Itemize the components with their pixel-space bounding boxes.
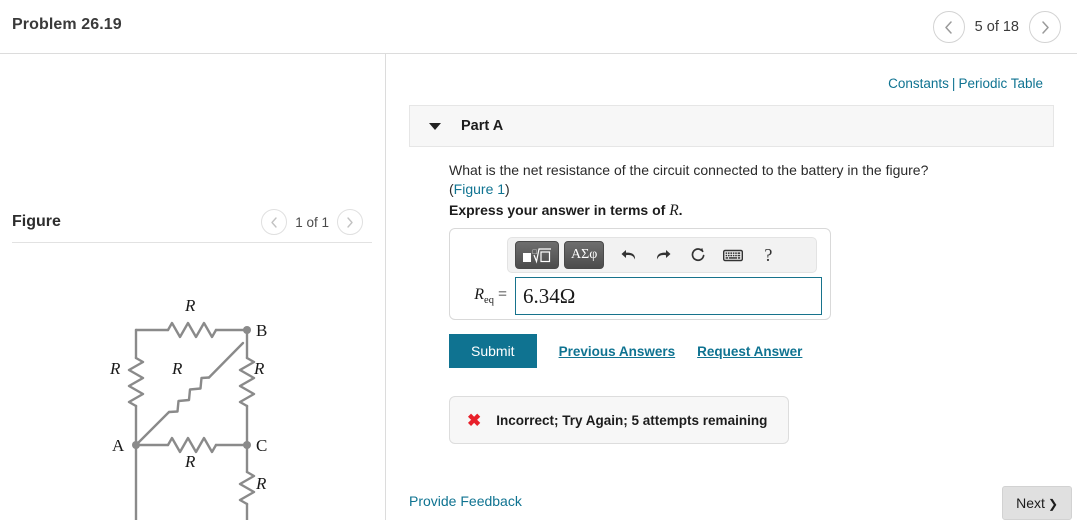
undo-arrow-glyph <box>621 249 635 259</box>
figure-pager-label: 1 of 1 <box>295 214 329 230</box>
math-toolbar: □ ΑΣφ ? <box>507 237 817 273</box>
figure-next-button[interactable] <box>337 209 363 235</box>
reset-glyph <box>691 247 705 261</box>
provide-feedback-link[interactable]: Provide Feedback <box>409 493 522 509</box>
figure-prev-button[interactable] <box>261 209 288 235</box>
express-symbol: R <box>669 202 679 219</box>
caret-down-icon[interactable] <box>429 122 441 130</box>
help-icon[interactable]: ? <box>753 241 783 269</box>
figure-rule <box>12 242 372 243</box>
part-a-label: Part A <box>461 118 504 134</box>
figure-pager: 1 of 1 <box>261 209 363 235</box>
figure-title: Figure <box>12 213 61 230</box>
constants-links: Constants | Periodic Table <box>888 76 1043 91</box>
problem-pager-label: 5 of 18 <box>974 19 1019 35</box>
answer-equation-row: Req = <box>462 277 822 315</box>
express-prefix: Express your answer in terms of <box>449 202 670 218</box>
label-node-b: B <box>256 321 267 340</box>
top-bar: Problem 26.19 5 of 18 <box>0 0 1077 54</box>
label-r-right: R <box>253 359 265 378</box>
express-suffix: . <box>678 202 683 218</box>
answer-card: □ ΑΣφ ? Req = 6.34Ω <box>449 228 831 320</box>
feedback-banner: ✖ Incorrect; Try Again; 5 attempts remai… <box>449 396 789 444</box>
chevron-right-icon <box>1041 20 1049 34</box>
figure-header: Figure 1 of 1 <box>12 204 372 242</box>
submit-button[interactable]: Submit <box>449 334 537 368</box>
greek-symbols-button[interactable]: ΑΣφ <box>564 241 605 269</box>
circuit-diagram-svg: R R R R R R V A B C <box>109 296 267 520</box>
x-mark-icon: ✖ <box>467 410 482 430</box>
chevron-right-icon <box>347 216 353 228</box>
part-a-header[interactable]: Part A <box>409 105 1054 147</box>
page-title: Problem 26.19 <box>12 16 122 33</box>
figure-1-link[interactable]: Figure 1 <box>454 181 505 197</box>
label-r-bottom-right: R <box>255 474 267 493</box>
problem-pager: 5 of 18 <box>932 11 1061 43</box>
answer-label-equals: = <box>497 285 507 303</box>
keyboard-icon[interactable] <box>718 241 748 269</box>
label-r-middle: R <box>184 452 196 471</box>
next-problem-button[interactable] <box>1029 11 1061 43</box>
answer-label-base: R <box>474 285 485 303</box>
template-math-icon: □ <box>523 248 551 264</box>
answer-label-sub: eq <box>484 295 494 307</box>
next-button[interactable]: Next ❯ <box>1002 486 1072 520</box>
question-text: What is the net resistance of the circui… <box>449 162 929 178</box>
keyboard-glyph <box>723 249 744 261</box>
label-r-diagonal: R <box>171 359 183 378</box>
figure-ref-close: ) <box>505 181 510 198</box>
chevron-left-icon <box>945 20 952 34</box>
express-instruction: Express your answer in terms of R. <box>449 202 683 220</box>
redo-arrow-icon[interactable] <box>648 241 678 269</box>
circuit-figure[interactable]: R R R R R R V A B C <box>0 246 385 520</box>
answer-label: Req = <box>462 286 507 306</box>
undo-arrow-icon[interactable] <box>613 241 643 269</box>
label-r-left: R <box>109 359 121 378</box>
redo-arrow-glyph <box>656 249 671 259</box>
previous-answers-link[interactable]: Previous Answers <box>559 344 676 359</box>
label-r-top: R <box>184 296 196 315</box>
svg-text:□: □ <box>533 248 538 256</box>
label-node-a: A <box>112 436 125 455</box>
links-separator: | <box>951 76 956 91</box>
label-node-c: C <box>256 436 267 455</box>
next-button-label: Next <box>1016 495 1045 511</box>
periodic-table-link[interactable]: Periodic Table <box>958 76 1043 91</box>
question-text-block: What is the net resistance of the circui… <box>449 161 1049 200</box>
request-answer-link[interactable]: Request Answer <box>697 344 802 359</box>
feedback-text: Incorrect; Try Again; 5 attempts remaini… <box>496 412 768 428</box>
answer-input[interactable] <box>515 277 822 315</box>
chevron-right-icon: ❯ <box>1047 497 1058 511</box>
prev-problem-button[interactable] <box>932 11 965 43</box>
constants-link[interactable]: Constants <box>888 76 949 91</box>
template-math-button[interactable]: □ <box>515 241 559 269</box>
submit-row: Submit Previous Answers Request Answer <box>449 334 802 368</box>
reset-circular-arrow-icon[interactable] <box>683 241 713 269</box>
page-root: Problem 26.19 5 of 18 Figure 1 of 1 R R … <box>0 0 1077 520</box>
answer-panel: Constants | Periodic Table Part A What is … <box>386 54 1077 520</box>
figure-panel: Figure 1 of 1 R R R R R R A B C <box>0 54 385 520</box>
chevron-left-icon <box>271 216 277 228</box>
